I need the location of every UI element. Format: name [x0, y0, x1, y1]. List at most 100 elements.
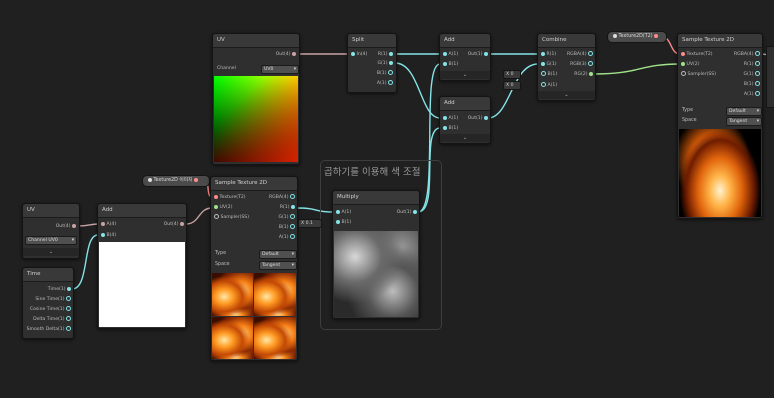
combine-node[interactable]: Combine R(1) G(1) B(1) A(1) RGBA(4) RGB(…	[537, 33, 596, 101]
port-dot-icon	[541, 71, 546, 76]
multiply-node[interactable]: Multiply A(1) B(1) Out(1)	[332, 190, 420, 319]
out-port[interactable]: Out(1)	[468, 51, 488, 59]
expand-chevron-icon[interactable]: ⌄	[538, 91, 595, 99]
sampler-in-port[interactable]: Sampler(SS)	[214, 214, 249, 222]
texture-property-pill[interactable]: Texture2D(T2)	[607, 31, 667, 43]
out-port-a[interactable]: A(1)	[377, 80, 393, 88]
r-out-port[interactable]: R(1)	[280, 204, 295, 212]
port-dot-icon	[755, 71, 760, 76]
combine-a-inline[interactable]: X 0	[503, 81, 521, 90]
port-dot-icon	[389, 60, 393, 65]
rgba-out-port[interactable]: RGBA(4)	[269, 194, 295, 202]
port-dot-icon	[389, 51, 393, 56]
combine-b-inline[interactable]: X 0	[503, 70, 521, 79]
type-select[interactable]: Default	[259, 250, 297, 259]
in-port-g[interactable]: G(1)	[541, 61, 557, 69]
port-dot-icon	[194, 177, 199, 182]
expand-chevron-icon[interactable]: ⌄	[440, 134, 490, 142]
a-out-port[interactable]: A(1)	[744, 91, 760, 99]
port-dot-icon	[66, 316, 71, 321]
uv-in-port[interactable]: UV(2)	[681, 61, 699, 69]
out-port[interactable]: Out(1)	[468, 115, 488, 123]
in-port-b[interactable]: B(1)	[541, 71, 557, 79]
node-title: Time	[23, 268, 73, 282]
sine-time-out-port[interactable]: Sine Time(1)	[35, 296, 71, 304]
node-title: Combine	[538, 34, 595, 48]
out-port-g[interactable]: G(1)	[377, 60, 393, 68]
delta-time-out-port[interactable]: Delta Time(1)	[33, 316, 71, 324]
uv-in-port[interactable]: UV(2)	[214, 204, 232, 212]
out-port[interactable]: Out(1)	[397, 209, 417, 217]
port-dot-icon	[443, 51, 447, 56]
port-dot-icon	[443, 115, 447, 120]
in-port-a[interactable]: A(1)	[541, 82, 557, 90]
type-select[interactable]: Default	[726, 107, 762, 116]
texture-in-port[interactable]: Texture(T2)	[681, 51, 713, 59]
sample-texture-node[interactable]: Sample Texture 2D Texture(T2) UV(2) Samp…	[210, 176, 298, 361]
space-select[interactable]: Tangent	[259, 261, 297, 270]
add-node[interactable]: Add A(1) B(1) Out(1) ⌄	[439, 33, 491, 81]
texture-in-port[interactable]: Texture(T2)	[214, 194, 246, 202]
out-port-b[interactable]: B(1)	[377, 70, 393, 78]
b-out-port[interactable]: B(1)	[744, 81, 760, 89]
channel-select[interactable]: Channel UV0	[25, 236, 77, 245]
cosine-time-out-port[interactable]: Cosine Time(1)	[30, 306, 71, 314]
out-port-rg[interactable]: RG(2)	[574, 71, 593, 79]
out-port-rgb[interactable]: RGB(3)	[570, 61, 593, 69]
time-out-port[interactable]: Time(1)	[48, 286, 71, 294]
out-port[interactable]: Out(4)	[164, 221, 184, 229]
time-node[interactable]: Time Time(1) Sine Time(1) Cosine Time(1)…	[22, 267, 74, 339]
port-dot-icon	[681, 61, 685, 66]
in-port-a[interactable]: A(1)	[443, 51, 458, 59]
port-dot-icon	[541, 61, 545, 66]
a-out-port[interactable]: A(1)	[279, 234, 295, 242]
port-dot-icon	[290, 234, 295, 239]
port-dot-icon	[336, 219, 340, 224]
in-port-a[interactable]: A(4)	[101, 221, 116, 229]
uv-preview-red	[214, 76, 298, 162]
texture-property-pill[interactable]: Texture2D 이미지	[142, 175, 210, 187]
uv-node[interactable]: UV Out(4) Channel UV0 ⌄	[22, 203, 80, 259]
add-node[interactable]: Add A(4) B(4) Out(4)	[97, 203, 187, 329]
out-port[interactable]: Out(4)	[56, 223, 76, 231]
property-dot-icon	[148, 177, 152, 182]
r-out-port[interactable]: R(1)	[744, 61, 760, 69]
add-node[interactable]: Add A(1) B(1) Out(1) ⌄	[439, 96, 491, 144]
expand-chevron-icon[interactable]: ⌄	[440, 71, 490, 79]
out-port[interactable]: Out(4)	[276, 51, 296, 59]
sample-texture-node[interactable]: Sample Texture 2D Texture(T2) UV(2) Samp…	[677, 33, 763, 219]
port-dot-icon	[681, 51, 685, 56]
space-select[interactable]: Tangent	[726, 117, 762, 126]
port-dot-icon	[588, 51, 593, 56]
g-out-port[interactable]: G(1)	[743, 71, 760, 79]
smooth-delta-out-port[interactable]: Smooth Delta(1)	[27, 326, 71, 334]
port-dot-icon	[290, 194, 295, 199]
texture-preview-tile	[254, 273, 296, 316]
in-port-r[interactable]: R(1)	[541, 51, 556, 59]
uv-node[interactable]: UV Out(4) Channel UV0	[212, 33, 300, 165]
in-port-b[interactable]: B(1)	[336, 219, 351, 227]
sampler-in-port[interactable]: Sampler(SS)	[681, 71, 716, 79]
in-port-b[interactable]: B(1)	[443, 125, 458, 133]
in-port-b[interactable]: B(4)	[101, 232, 116, 240]
in-port-a[interactable]: A(1)	[443, 115, 458, 123]
expand-chevron-icon[interactable]: ⌄	[23, 248, 79, 256]
port-dot-icon	[72, 223, 76, 228]
node-title: Split	[348, 34, 396, 48]
texture-preview-tile	[212, 317, 253, 359]
multiply-b-inline[interactable]: X 0.1	[298, 219, 322, 228]
port-dot-icon	[484, 51, 488, 56]
b-out-port[interactable]: B(1)	[279, 224, 295, 232]
out-port-r[interactable]: R(1)	[378, 51, 393, 59]
out-port-rgba[interactable]: RGBA(4)	[567, 51, 593, 59]
in-port-a[interactable]: A(1)	[336, 209, 351, 217]
channel-select[interactable]: UV0	[261, 65, 299, 74]
rgba-out-port[interactable]: RGBA(4)	[734, 51, 760, 59]
g-out-port[interactable]: G(1)	[278, 214, 295, 222]
texture-preview-tile	[212, 273, 253, 316]
in-port-b[interactable]: B(1)	[443, 61, 458, 69]
port-dot-icon	[541, 51, 545, 56]
in-port[interactable]: In(4)	[351, 51, 367, 59]
split-node[interactable]: Split In(4) R(1) G(1) B(1) A(1)	[347, 33, 397, 93]
channel-label: Channel	[217, 66, 236, 71]
